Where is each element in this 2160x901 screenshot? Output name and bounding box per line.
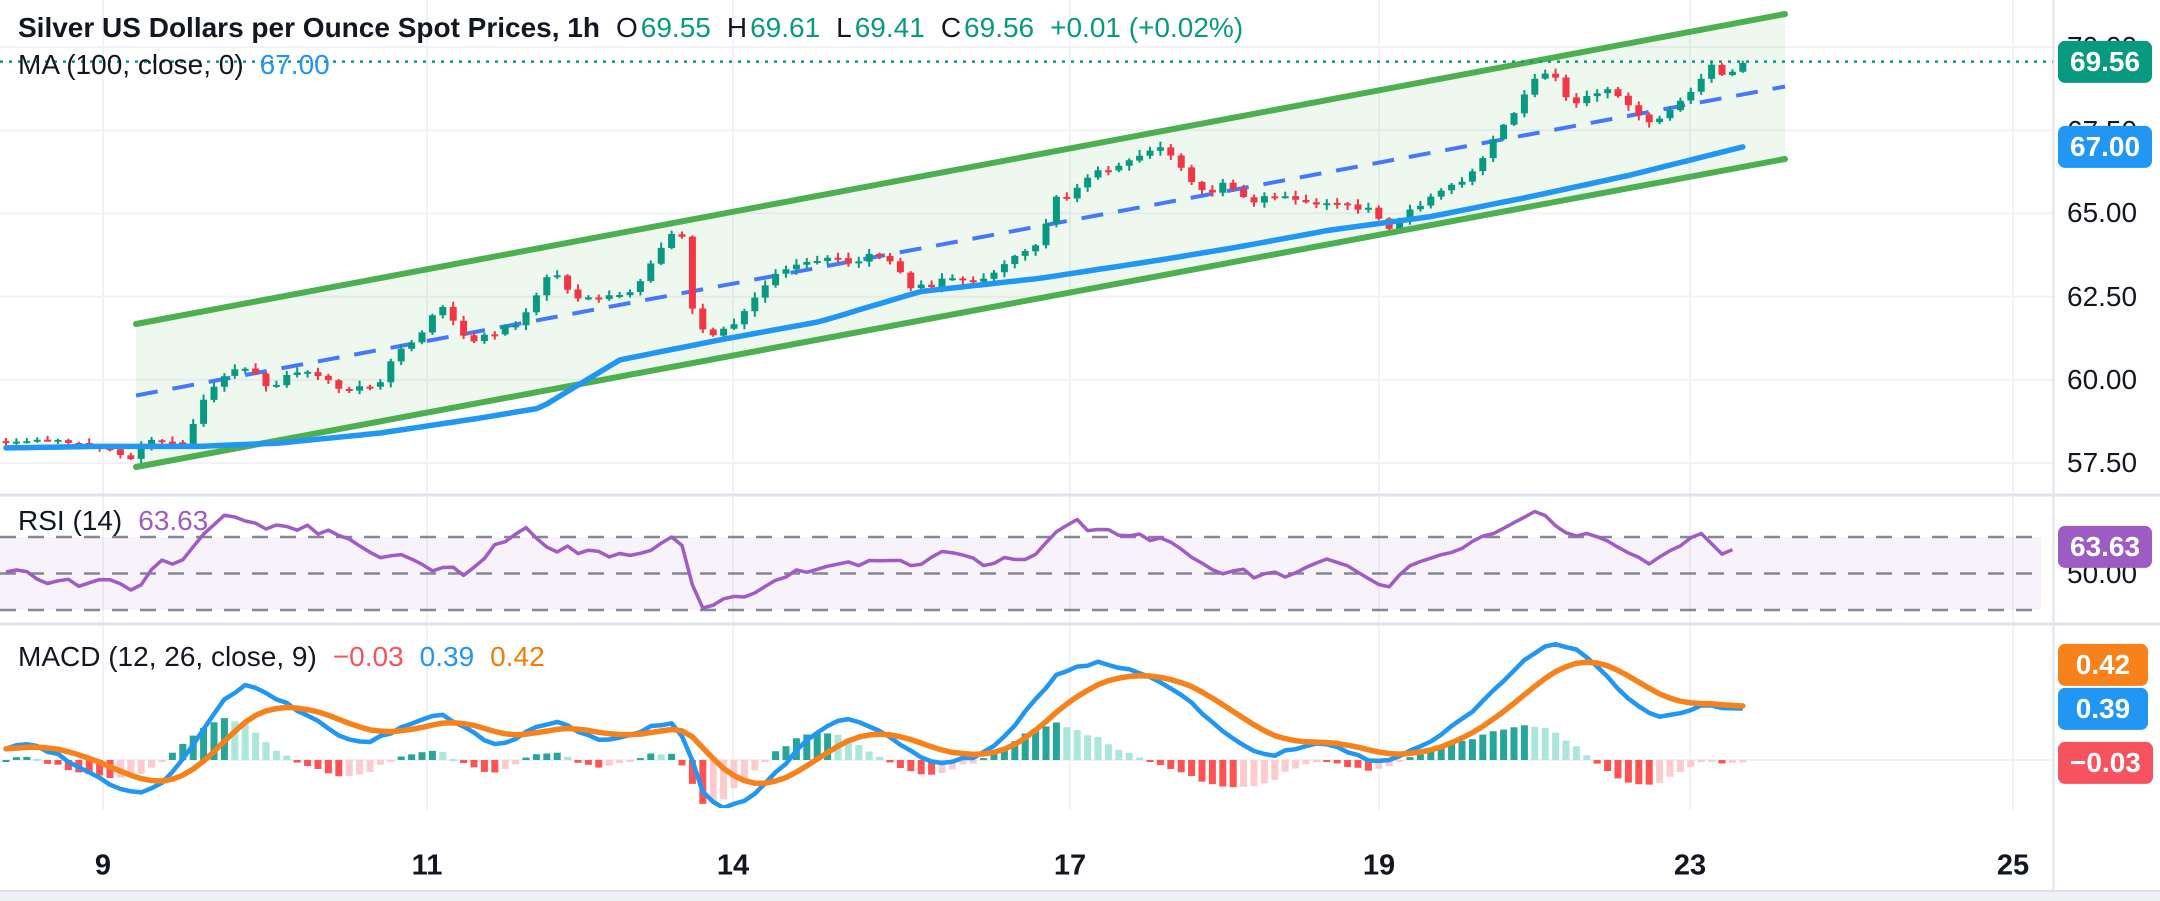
ma-legend[interactable]: MA (100, close, 0) 67.00 xyxy=(18,49,330,81)
trading-chart-app: Silver US Dollars per Ounce Spot Prices,… xyxy=(0,0,2160,901)
macd-legend[interactable]: MACD (12, 26, close, 9) −0.03 0.39 0.42 xyxy=(18,641,545,673)
last-price-badge: 69.56 xyxy=(2058,41,2152,83)
ohlc-open: O69.55 xyxy=(616,12,711,44)
time-tick-9[interactable]: 9 xyxy=(95,850,111,883)
price-tick-57-5[interactable]: 57.50 xyxy=(2067,447,2137,479)
macd-line-value: 0.39 xyxy=(420,641,475,673)
ma-value: 67.00 xyxy=(260,49,330,81)
macd-hist-value: −0.03 xyxy=(333,641,404,673)
macd-signal-badge: 0.42 xyxy=(2058,644,2148,686)
ohlc-high: H69.61 xyxy=(727,12,820,44)
rsi-label: RSI (14) xyxy=(18,505,122,537)
rsi-legend[interactable]: RSI (14) 63.63 xyxy=(18,505,208,537)
price-tick-60[interactable]: 60.00 xyxy=(2067,364,2137,396)
rsi-value: 63.63 xyxy=(138,505,208,537)
chart-canvas[interactable] xyxy=(0,0,2160,901)
macd-label: MACD (12, 26, close, 9) xyxy=(18,641,317,673)
time-tick-17[interactable]: 17 xyxy=(1054,850,1086,883)
main-legend[interactable]: Silver US Dollars per Ounce Spot Prices,… xyxy=(18,12,1243,44)
ma-value-badge: 67.00 xyxy=(2058,126,2152,168)
ohlc-low: L69.41 xyxy=(836,12,925,44)
rsi-value-badge: 63.63 xyxy=(2058,526,2152,568)
bottom-scrollbar-strip[interactable] xyxy=(0,890,2160,901)
macd-signal-value: 0.42 xyxy=(490,641,545,673)
time-tick-11[interactable]: 11 xyxy=(412,850,443,883)
time-tick-14[interactable]: 14 xyxy=(717,850,749,883)
time-tick-19[interactable]: 19 xyxy=(1363,850,1395,883)
time-tick-23[interactable]: 23 xyxy=(1674,850,1706,883)
price-change: +0.01 (+0.02%) xyxy=(1050,12,1243,44)
ohlc-close: C69.56 xyxy=(941,12,1034,44)
price-tick-65[interactable]: 65.00 xyxy=(2067,197,2137,229)
time-tick-25[interactable]: 25 xyxy=(1997,850,2029,883)
chart-title: Silver US Dollars per Ounce Spot Prices,… xyxy=(18,12,600,44)
price-tick-62-5[interactable]: 62.50 xyxy=(2067,281,2137,313)
macd-line-badge: 0.39 xyxy=(2058,688,2148,730)
macd-hist-badge: −0.03 xyxy=(2058,742,2153,784)
ma-label: MA (100, close, 0) xyxy=(18,49,244,81)
